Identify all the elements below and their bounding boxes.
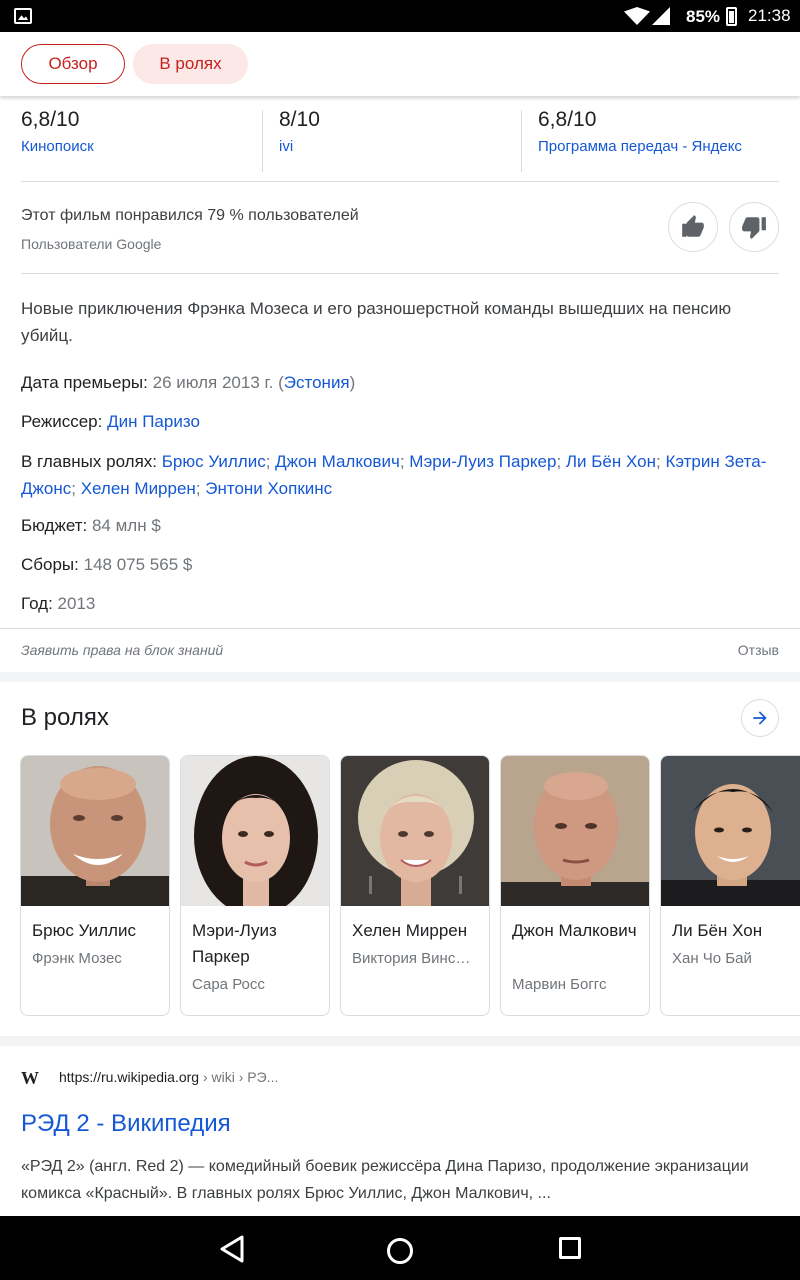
fact-link-actor[interactable]: Ли Бён Хон [566, 452, 656, 471]
result-url[interactable]: https://ru.wikipedia.org › wiki › РЭ... [59, 1069, 278, 1085]
claim-link[interactable]: Заявить права на блок знаний [21, 642, 223, 658]
fact-link-actor[interactable]: Мэри-Луиз Паркер [409, 452, 556, 471]
image-icon [14, 8, 32, 24]
fact-label: Бюджет: [21, 516, 88, 535]
fact-label: Год: [21, 594, 53, 613]
divider [521, 110, 522, 172]
character-name: Виктория Винс… [352, 950, 471, 967]
fact-link-director[interactable]: Дин Паризо [107, 412, 200, 431]
wikipedia-icon: W [21, 1068, 39, 1088]
fact-link-actor[interactable]: Энтони Хопкинс [205, 479, 332, 498]
rating-score: 8/10 [279, 108, 320, 131]
back-icon[interactable] [218, 1234, 246, 1264]
actor-name: Ли Бён Хон [672, 921, 763, 940]
fact-cast: В главных ролях: Брюс Уиллис; Джон Малко… [21, 452, 767, 498]
likes-source: Пользователи Google [21, 236, 162, 252]
cast-card[interactable]: Хелен Миррен Виктория Винс… [340, 755, 490, 1016]
cast-card[interactable]: Брюс Уиллис Фрэнк Мозес [20, 755, 170, 1016]
section-separator [0, 1036, 800, 1046]
result-title-link[interactable]: РЭД 2 - Википедия [21, 1110, 231, 1138]
section-separator [0, 672, 800, 682]
rating-source-link[interactable]: Кинопоиск [21, 138, 94, 155]
fact-label: Сборы: [21, 555, 79, 574]
fact-director: Режиссер: Дин Паризо [21, 408, 781, 435]
battery-percent: 85% [686, 7, 721, 26]
fact-premiere: Дата премьеры: 26 июля 2013 г. (Эстония) [21, 373, 356, 392]
wifi-icon [624, 7, 650, 25]
divider [262, 110, 263, 172]
fact-value: 84 млн $ [91, 516, 161, 535]
fact-budget: Бюджет: 84 млн $ [21, 512, 781, 539]
fact-value: 26 июля 2013 г. [152, 373, 274, 392]
rating-kinopoisk[interactable]: 6,8/10 Кинопоиск [21, 108, 94, 174]
fact-link-actor[interactable]: Брюс Уиллис [162, 452, 266, 471]
film-description: Новые приключения Фрэнка Мозеса и его ра… [21, 299, 732, 345]
likes-text: Этот фильм понравился 79 % пользователей [21, 207, 359, 224]
result-snippet: «РЭД 2» (англ. Red 2) — комедийный боеви… [21, 1158, 749, 1202]
battery-icon [726, 7, 737, 26]
claim-bar: Заявить права на блок знаний Отзыв [0, 628, 800, 672]
thumbs-down-icon [742, 217, 766, 239]
fact-boxoffice: Сборы: 148 075 565 $ [21, 551, 781, 578]
result-domain: https://ru.wikipedia.org [59, 1069, 200, 1085]
thumbs-up-button[interactable] [668, 202, 718, 252]
tab-bar: Обзор В ролях [0, 32, 800, 96]
result-breadcrumb: › wiki › РЭ... [199, 1069, 279, 1085]
fact-label: Дата премьеры: [21, 373, 148, 392]
actor-name: Мэри-Луиз Паркер [192, 921, 277, 966]
feedback-link[interactable]: Отзыв [738, 642, 779, 658]
tab-overview[interactable]: Обзор [21, 44, 125, 84]
fact-label: В главных ролях: [21, 452, 158, 471]
actor-name: Брюс Уиллис [32, 921, 136, 940]
thumbs-up-icon [682, 215, 704, 237]
actor-photo [501, 756, 649, 906]
actor-photo [341, 756, 489, 906]
navigation-bar [0, 1216, 800, 1280]
cast-card[interactable]: Джон Малкович Марвин Боггс [500, 755, 650, 1016]
rating-source-link[interactable]: ivi [279, 138, 320, 155]
fact-value: 2013 [57, 594, 96, 613]
rating-source-link[interactable]: Программа передач - Яндекс [538, 138, 742, 155]
actor-name: Джон Малкович [512, 921, 637, 940]
character-name: Хан Чо Бай [672, 950, 752, 967]
fact-value: 148 075 565 $ [83, 555, 193, 574]
cast-card[interactable]: Мэри-Луиз Паркер Сара Росс [180, 755, 330, 1016]
rating-score: 6,8/10 [538, 108, 597, 131]
ratings-row: 6,8/10 Кинопоиск 8/10 ivi 6,8/10 Програм… [21, 108, 779, 174]
actor-photo [21, 756, 169, 906]
divider [21, 273, 779, 274]
rating-yandex[interactable]: 6,8/10 Программа передач - Яндекс [538, 108, 742, 174]
fact-link-actor[interactable]: Джон Малкович [275, 452, 400, 471]
divider [21, 181, 779, 182]
fact-link-actor[interactable]: Хелен Миррен [81, 479, 196, 498]
cast-card[interactable]: Ли Бён Хон Хан Чо Бай [660, 755, 800, 1016]
actor-photo [661, 756, 800, 906]
fact-label: Режиссер: [21, 412, 103, 431]
cast-more-button[interactable] [741, 699, 779, 737]
fact-year: Год: 2013 [21, 590, 781, 617]
recents-icon[interactable] [559, 1237, 581, 1259]
character-name: Фрэнк Мозес [32, 950, 122, 967]
character-name: Марвин Боггс [512, 976, 607, 993]
home-icon[interactable] [387, 1238, 413, 1264]
signal-icon [652, 7, 670, 25]
actor-name: Хелен Миррен [352, 921, 468, 940]
clock: 21:38 [748, 6, 791, 25]
rating-ivi[interactable]: 8/10 ivi [279, 108, 320, 174]
fact-link-country[interactable]: Эстония [284, 373, 350, 392]
tab-cast[interactable]: В ролях [133, 44, 248, 84]
status-bar: 85% 21:38 [0, 0, 800, 32]
rating-score: 6,8/10 [21, 108, 80, 131]
thumbs-down-button[interactable] [729, 202, 779, 252]
cast-section-title: В ролях [21, 704, 109, 731]
actor-photo [181, 756, 329, 906]
character-name: Сара Росс [192, 976, 265, 993]
arrow-right-icon [753, 711, 767, 725]
